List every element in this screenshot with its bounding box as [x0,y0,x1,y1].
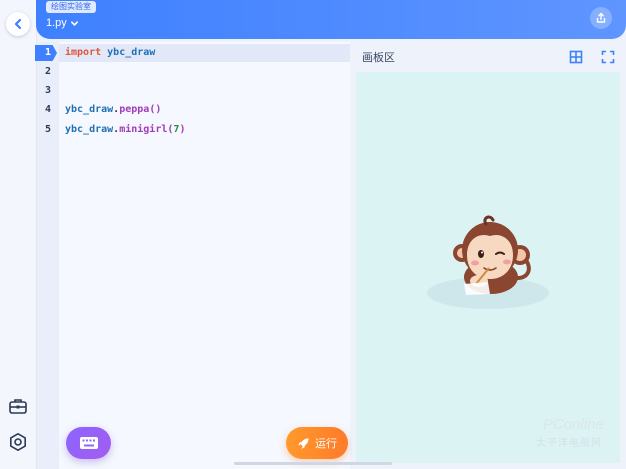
code-method: minigirl [119,124,168,135]
code-paren-close: ) [179,124,186,135]
rocket-icon [298,437,309,449]
file-name: 1.py [46,17,67,29]
code-line[interactable]: import ybc_draw [65,44,155,62]
left-rail [0,0,37,469]
keyboard-icon [79,437,98,449]
watermark-logo: PConline [543,416,604,433]
code-module: ybc_draw [107,47,156,58]
settings-icon[interactable] [8,432,28,452]
back-button[interactable] [6,12,30,36]
code-keyword: import [65,47,102,58]
keyboard-button[interactable] [66,427,111,459]
toolbox-icon[interactable] [8,396,28,416]
line-number: 5 [44,124,52,135]
line-number: 1 [44,47,52,58]
watermark-text: 太平洋电脑网 [536,438,602,449]
line-number: 3 [44,85,52,96]
code-object: ybc_draw [65,124,114,135]
drawing-canvas[interactable] [356,72,620,463]
fullscreen-icon[interactable] [601,50,615,64]
panel-title: 画板区 [362,52,395,64]
run-button[interactable]: 运行 [286,427,348,459]
line-number: 4 [44,104,52,115]
share-icon [596,12,606,23]
code-object: ybc_draw [65,104,114,115]
code-paren-close: ) [155,104,162,115]
line-number: 2 [44,66,52,77]
run-button-label: 运行 [315,438,337,450]
share-button[interactable] [590,7,612,29]
chevron-down-icon [70,20,78,26]
file-selector[interactable]: 1.py [46,16,79,30]
monkey-illustration [427,215,549,309]
app-badge: 绘图实验室 [46,1,96,13]
code-line[interactable]: ybc_draw.peppa() [65,101,161,119]
code-line[interactable]: ybc_draw.minigirl(7) [65,121,185,139]
grid-icon[interactable] [569,50,583,64]
home-indicator[interactable] [234,462,392,465]
header-bar: 绘图实验室 1.py [36,0,626,39]
code-method: peppa [119,104,150,115]
chevron-left-icon [14,18,22,30]
